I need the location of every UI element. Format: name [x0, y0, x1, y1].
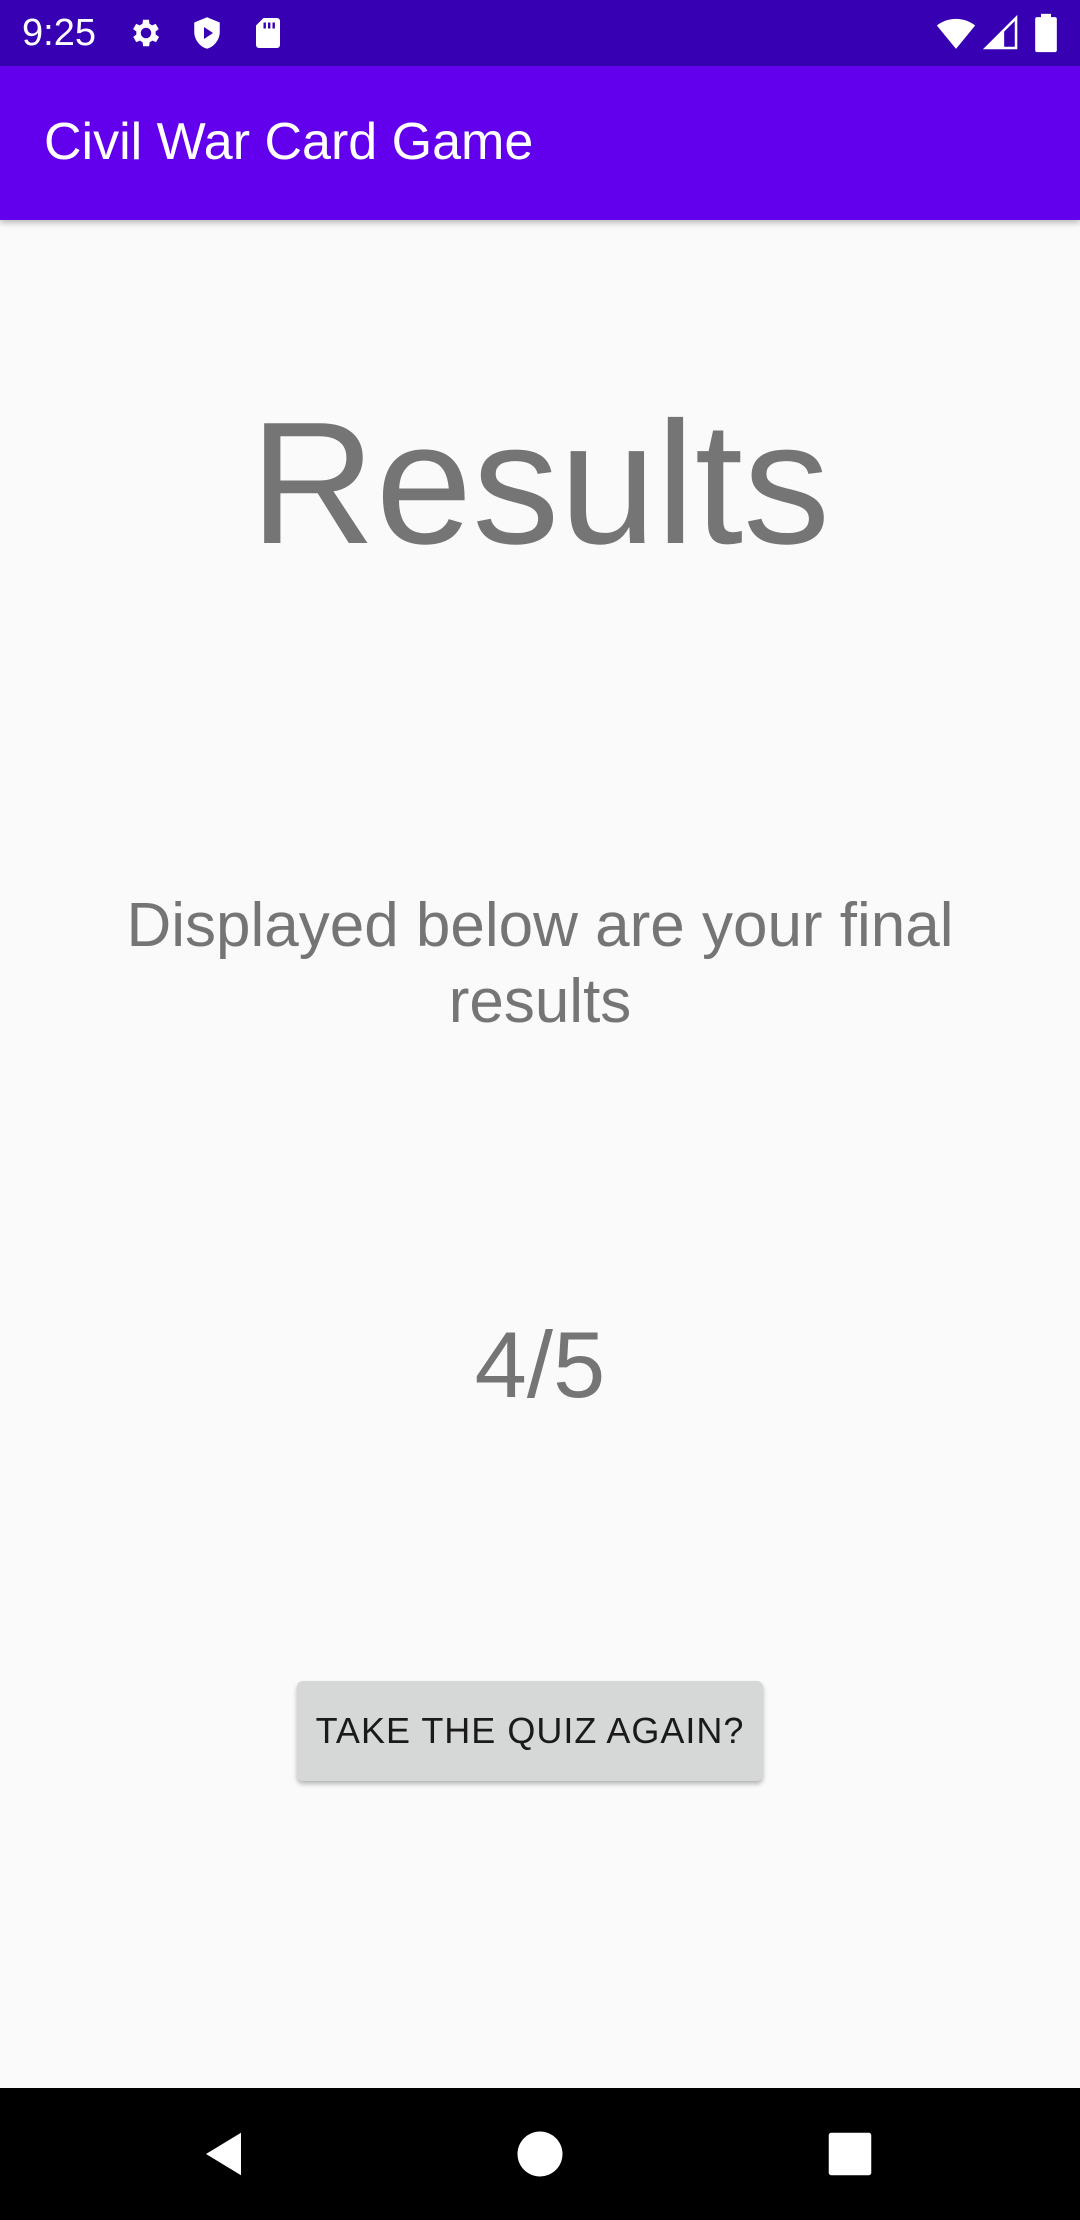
battery-icon — [1030, 13, 1062, 53]
results-heading: Results — [249, 385, 831, 580]
navigation-bar — [0, 2088, 1080, 2220]
wifi-icon — [936, 13, 976, 53]
home-icon[interactable] — [510, 2124, 570, 2184]
sd-card-icon — [250, 15, 286, 51]
app-title: Civil War Card Game — [44, 113, 534, 171]
gear-icon — [128, 15, 164, 51]
app-bar: Civil War Card Game — [0, 66, 1080, 220]
status-bar: 9:25 — [0, 0, 1080, 66]
take-quiz-again-button[interactable]: TAKE THE QUIZ AGAIN? — [297, 1681, 763, 1781]
back-icon[interactable] — [196, 2124, 256, 2184]
results-screen: 9:25 Civil War Card Game Results Display… — [0, 0, 1080, 2220]
cell-signal-icon — [982, 14, 1020, 52]
shield-play-icon — [189, 15, 225, 51]
recents-icon[interactable] — [820, 2124, 880, 2184]
score-value: 4/5 — [474, 1312, 606, 1417]
results-description: Displayed below are your final results — [126, 891, 954, 1036]
status-time: 9:25 — [22, 12, 96, 54]
